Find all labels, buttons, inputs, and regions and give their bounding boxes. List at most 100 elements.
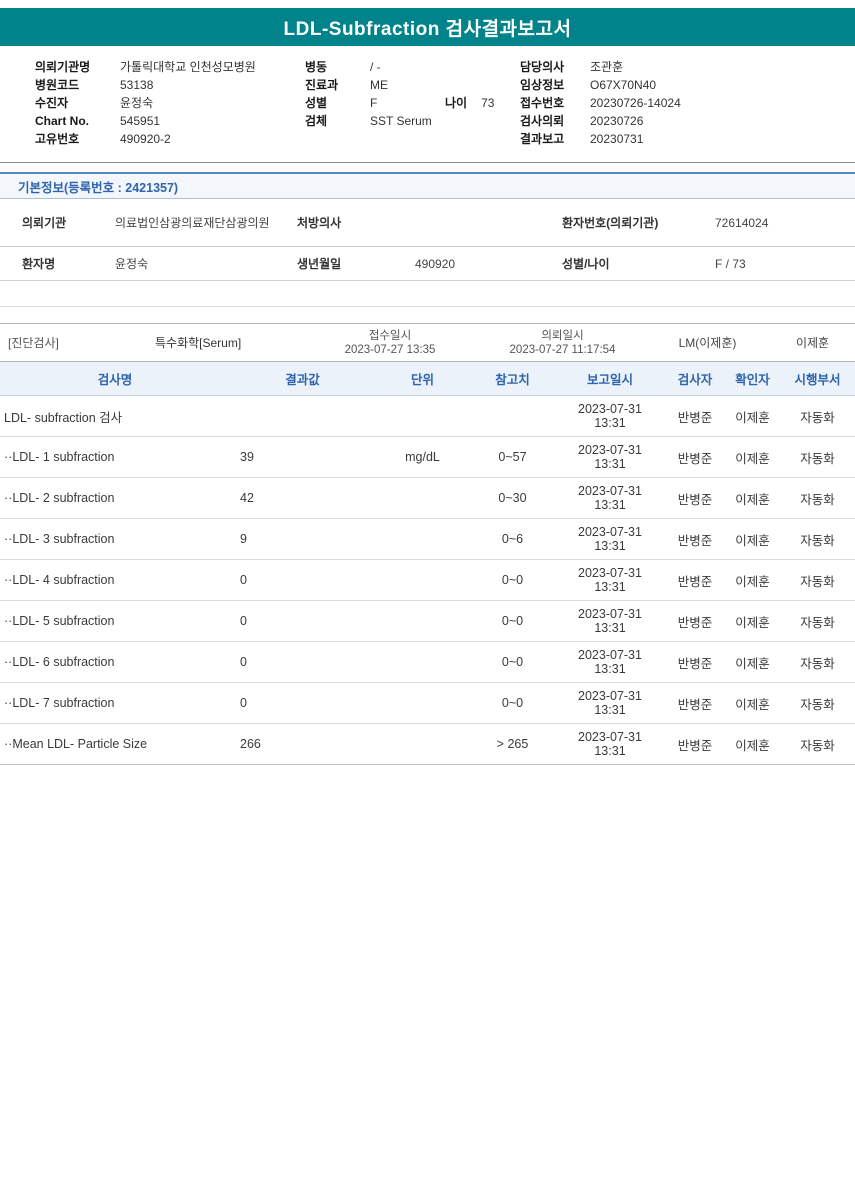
column-header-report-datetime: 보고일시 xyxy=(555,361,665,396)
report-datetime: 2023-07-31 13:31 xyxy=(555,559,665,601)
result-value: 0 xyxy=(230,682,375,724)
field-value: 윤정숙 xyxy=(120,96,154,110)
field-hospital-code: 병원코드 53138 xyxy=(35,76,305,94)
reference-range: 0~0 xyxy=(470,682,555,724)
lab-report-page: LDL-Subfraction 검사결과보고서 의뢰기관명 가톨릭대학교 인천성… xyxy=(0,0,855,1181)
basic-info-row: 환자명 윤정숙 생년월일 490920 성별/나이 F / 73 xyxy=(0,247,855,281)
report-time: 13:31 xyxy=(594,662,626,676)
field-value: 490920-2 xyxy=(120,132,171,146)
result-value: 266 xyxy=(230,723,375,765)
report-date: 2023-07-31 xyxy=(578,648,642,662)
column-header-result: 결과값 xyxy=(230,361,375,396)
value-patient-number: 72614024 xyxy=(715,215,769,230)
report-time: 13:31 xyxy=(594,539,626,553)
field-clinical-info: 임상정보 O67X70N40 xyxy=(520,76,855,94)
label-patient-number: 환자번호(의뢰기관) xyxy=(562,216,659,230)
unit xyxy=(375,518,470,560)
field-value-age: 73 xyxy=(481,96,495,110)
report-datetime: 2023-07-31 13:31 xyxy=(555,395,665,437)
field-label: 진료과 xyxy=(305,78,339,92)
tester: 반병준 xyxy=(665,477,725,519)
value-birthdate: 490920 xyxy=(415,256,456,271)
header-col-right: 담당의사 조관훈 임상정보 O67X70N40 접수번호 20230726-14… xyxy=(520,58,855,148)
result-value xyxy=(230,395,375,437)
table-row: ··LDL- 3 subfraction 9 0~6 2023-07-31 13… xyxy=(0,518,855,560)
request-label: 의뢰일시 xyxy=(541,329,584,342)
report-time: 13:31 xyxy=(594,621,626,635)
table-row: ··LDL- 1 subfraction 39 mg/dL 0~57 2023-… xyxy=(0,436,855,478)
field-label: 병원코드 xyxy=(35,78,80,92)
verifier: 이제훈 xyxy=(725,436,780,478)
column-header-reference: 참고치 xyxy=(470,361,555,396)
result-value: 9 xyxy=(230,518,375,560)
field-value: 20230726 xyxy=(590,114,644,128)
receipt-datetime: 접수일시 2023-07-27 13:35 xyxy=(300,329,480,357)
empty-row xyxy=(0,281,855,307)
unit xyxy=(375,477,470,519)
report-time: 13:31 xyxy=(594,416,626,430)
field-chart-no: Chart No. 545951 xyxy=(35,112,305,130)
performing-dept: 자동화 xyxy=(780,723,855,765)
report-time: 13:31 xyxy=(594,580,626,594)
table-row: ··LDL- 5 subfraction 0 0~0 2023-07-31 13… xyxy=(0,600,855,642)
header-col-left: 의뢰기관명 가톨릭대학교 인천성모병원 병원코드 53138 수진자 윤정숙 C… xyxy=(35,58,305,148)
unit xyxy=(375,395,470,437)
result-value: 0 xyxy=(230,559,375,601)
tester: 반병준 xyxy=(665,723,725,765)
field-label: 고유번호 xyxy=(35,132,80,146)
field-result-report-date: 결과보고 20230731 xyxy=(520,130,855,148)
reference-range xyxy=(470,395,555,437)
report-title: LDL-Subfraction 검사결과보고서 xyxy=(283,18,572,40)
column-header-department: 시행부서 xyxy=(780,361,855,396)
reference-range: > 265 xyxy=(470,723,555,765)
report-datetime: 2023-07-31 13:31 xyxy=(555,723,665,765)
report-time: 13:31 xyxy=(594,744,626,758)
report-title-banner: LDL-Subfraction 검사결과보고서 xyxy=(0,8,855,46)
value-patient-name: 윤정숙 xyxy=(115,256,149,271)
unit xyxy=(375,723,470,765)
performing-dept: 자동화 xyxy=(780,395,855,437)
field-label-age: 나이 xyxy=(445,96,468,110)
test-group: 특수화학[Serum] xyxy=(155,336,242,350)
field-label: 병동 xyxy=(305,60,328,74)
unit xyxy=(375,641,470,683)
report-date: 2023-07-31 xyxy=(578,607,642,621)
table-row: ··LDL- 7 subfraction 0 0~0 2023-07-31 13… xyxy=(0,682,855,724)
label-birthdate: 생년월일 xyxy=(297,257,342,271)
field-value: 20230731 xyxy=(590,132,644,146)
field-label: 검체 xyxy=(305,114,328,128)
report-time: 13:31 xyxy=(594,703,626,717)
column-header-unit: 단위 xyxy=(375,361,470,396)
field-label: 결과보고 xyxy=(520,132,565,146)
reference-range: 0~0 xyxy=(470,600,555,642)
result-value: 0 xyxy=(230,600,375,642)
field-value: SST Serum xyxy=(370,114,432,128)
column-header-test-name: 검사명 xyxy=(0,361,230,396)
verifier: 이제훈 xyxy=(725,641,780,683)
tester: 반병준 xyxy=(665,559,725,601)
label-requesting-org: 의뢰기관 xyxy=(22,216,67,230)
report-date: 2023-07-31 xyxy=(578,402,642,416)
report-datetime: 2023-07-31 13:31 xyxy=(555,641,665,683)
verifier: 이제훈 xyxy=(725,723,780,765)
performing-dept: 자동화 xyxy=(780,682,855,724)
field-value: / - xyxy=(370,60,381,74)
verifier: 이제훈 xyxy=(725,682,780,724)
unit xyxy=(375,682,470,724)
test-name: ··LDL- 5 subfraction xyxy=(0,600,230,642)
report-date: 2023-07-31 xyxy=(578,484,642,498)
result-value: 0 xyxy=(230,641,375,683)
verifier: 이제훈 xyxy=(725,477,780,519)
tester: 반병준 xyxy=(665,641,725,683)
report-datetime: 2023-07-31 13:31 xyxy=(555,600,665,642)
field-label: 의뢰기관명 xyxy=(35,60,91,74)
field-sex-age: 성별 F 나이 73 xyxy=(305,94,520,112)
test-name: ··LDL- 6 subfraction xyxy=(0,641,230,683)
report-datetime: 2023-07-31 13:31 xyxy=(555,682,665,724)
test-meta-row: [진단검사] 특수화학[Serum] 접수일시 2023-07-27 13:35… xyxy=(0,323,855,361)
field-value: 545951 xyxy=(120,114,161,128)
tester: 반병준 xyxy=(665,600,725,642)
verifier: 이제훈 xyxy=(725,559,780,601)
value-prescribing-doctor xyxy=(410,219,540,227)
